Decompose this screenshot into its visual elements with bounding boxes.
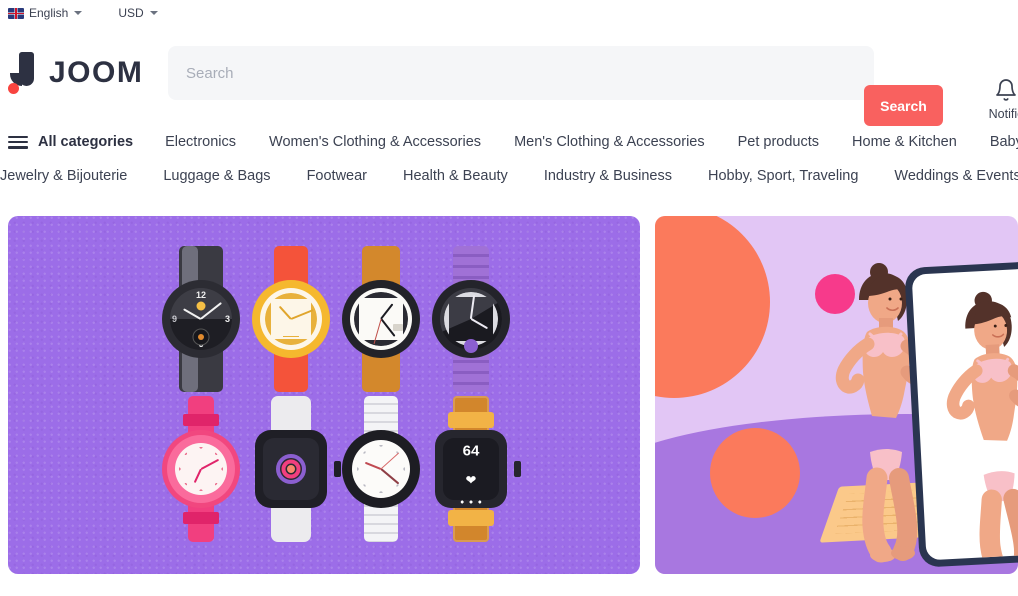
watch-dark-smartwatch <box>246 394 341 544</box>
category-link-electronics[interactable]: Electronics <box>165 134 236 150</box>
category-link-home-kitchen[interactable]: Home & Kitchen <box>852 134 957 150</box>
watch-black-sport: 12 3 6 9 <box>156 244 246 394</box>
logo-j-glyph <box>10 52 34 86</box>
watch-illustration-grid: 12 3 6 9 <box>156 244 521 544</box>
logo-dot <box>8 83 19 94</box>
category-link-weddings-events[interactable]: Weddings & Events <box>894 168 1018 184</box>
joom-logo-mark <box>8 52 38 94</box>
search-input[interactable] <box>168 46 874 100</box>
category-link-luggage-bags[interactable]: Luggage & Bags <box>163 168 270 184</box>
category-link-baby-kids[interactable]: Baby & K <box>990 134 1018 150</box>
fitness-banner[interactable] <box>655 216 1018 574</box>
category-link-womens-clothing[interactable]: Women's Clothing & Accessories <box>269 134 481 150</box>
logo-wordmark: JOOM <box>49 56 144 89</box>
category-link-mens-clothing[interactable]: Men's Clothing & Accessories <box>514 134 705 150</box>
joom-logo[interactable]: JOOM <box>8 52 155 94</box>
search-button[interactable]: Search <box>864 85 943 126</box>
hamburger-icon <box>8 135 28 149</box>
category-link-footwear[interactable]: Footwear <box>307 168 367 184</box>
all-categories-label: All categories <box>38 134 134 150</box>
header-actions: Notific <box>975 78 1018 121</box>
bell-icon <box>996 79 1016 101</box>
phone-woman-illustration <box>946 291 1018 561</box>
chevron-down-icon <box>74 11 83 15</box>
uk-flag-icon <box>8 7 24 19</box>
banner-carousel: 12 3 6 9 <box>0 216 1018 574</box>
watch-white-silver-analog <box>336 394 426 544</box>
all-categories-button[interactable]: All categories <box>8 134 133 150</box>
category-link-industry-business[interactable]: Industry & Business <box>544 168 672 184</box>
currency-label: USD <box>118 6 144 20</box>
search-bar <box>168 46 874 100</box>
notifications-button[interactable]: Notific <box>975 78 1018 121</box>
currency-selector[interactable]: USD <box>118 0 158 26</box>
orange-circle-small <box>710 428 800 518</box>
language-selector[interactable]: English <box>8 0 83 26</box>
phone-screen <box>911 267 1018 561</box>
watch-orange-smartwatch: 64 ❤ <box>426 394 521 544</box>
watches-banner[interactable]: 12 3 6 9 <box>8 216 640 574</box>
phone-mockup <box>904 260 1018 568</box>
heart-icon: ❤ <box>465 472 477 487</box>
smartwatch-heartrate-value: 64 <box>462 442 480 460</box>
category-link-hobby-sport-traveling[interactable]: Hobby, Sport, Traveling <box>708 168 858 184</box>
watch-gold-red-strap <box>246 244 336 394</box>
category-navigation: All categories Electronics Women's Cloth… <box>0 120 1018 193</box>
category-link-jewelry[interactable]: Jewelry & Bijouterie <box>0 168 127 184</box>
category-link-pet-products[interactable]: Pet products <box>738 134 819 150</box>
watch-black-tan-strap <box>336 244 426 394</box>
category-link-health-beauty[interactable]: Health & Beauty <box>403 168 508 184</box>
category-row-2: Jewelry & Bijouterie Luggage & Bags Foot… <box>0 159 1018 193</box>
language-label: English <box>29 6 69 20</box>
top-utility-bar: English USD <box>0 0 1018 26</box>
site-header: JOOM Search Notific <box>0 26 1018 126</box>
watch-purple-dark <box>426 244 516 394</box>
notifications-label: Notific <box>988 107 1018 121</box>
category-row-1: All categories Electronics Women's Cloth… <box>0 125 1018 159</box>
chevron-down-icon <box>149 11 158 15</box>
watch-pink-analog <box>156 394 246 544</box>
